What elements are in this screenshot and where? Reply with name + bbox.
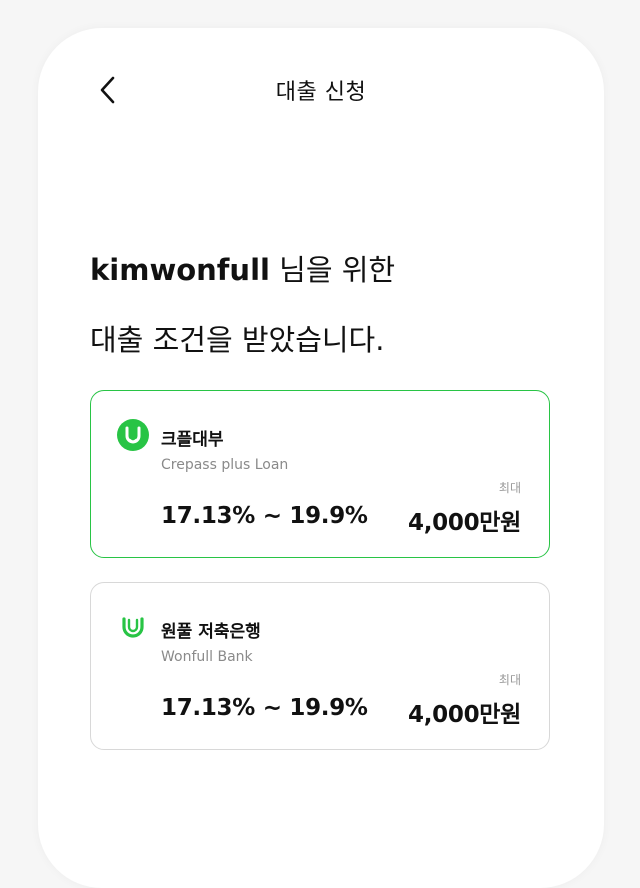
lender-name: 원풀 저축은행 bbox=[161, 622, 261, 642]
lender-name: 크플대부 bbox=[161, 430, 224, 450]
wonfull-logo-icon bbox=[122, 617, 144, 638]
lender-english-name: Crepass plus Loan bbox=[161, 457, 289, 473]
headline: kimwonfull 님을 위한 대출 조건을 받았습니다. bbox=[90, 256, 395, 355]
headline-suffix: 님을 위한 bbox=[269, 253, 396, 287]
crepass-logo-icon bbox=[117, 419, 149, 451]
loan-amount: 4,000만원 bbox=[408, 702, 521, 728]
phone-screen: 대출 신청 kimwonfull 님을 위한 대출 조건을 받았습니다. 크플대… bbox=[38, 28, 604, 888]
username: kimwonfull bbox=[90, 253, 270, 287]
top-bar: 대출 신청 bbox=[38, 28, 604, 148]
max-label: 최대 bbox=[498, 673, 521, 687]
interest-rate: 17.13% ~ 19.9% bbox=[161, 503, 368, 529]
max-label: 최대 bbox=[498, 481, 521, 495]
page-title: 대출 신청 bbox=[275, 80, 367, 105]
headline-line-1: kimwonfull 님을 위한 bbox=[90, 256, 395, 294]
interest-rate: 17.13% ~ 19.9% bbox=[161, 695, 368, 721]
lender-english-name: Wonfull Bank bbox=[161, 649, 253, 665]
loan-offer-card[interactable]: 원풀 저축은행 Wonfull Bank 최대 17.13% ~ 19.9% 4… bbox=[90, 582, 550, 750]
loan-offer-card[interactable]: 크플대부 Crepass plus Loan 최대 17.13% ~ 19.9%… bbox=[90, 390, 550, 558]
loan-amount: 4,000만원 bbox=[408, 510, 521, 536]
headline-line-2: 대출 조건을 받았습니다. bbox=[90, 323, 385, 357]
